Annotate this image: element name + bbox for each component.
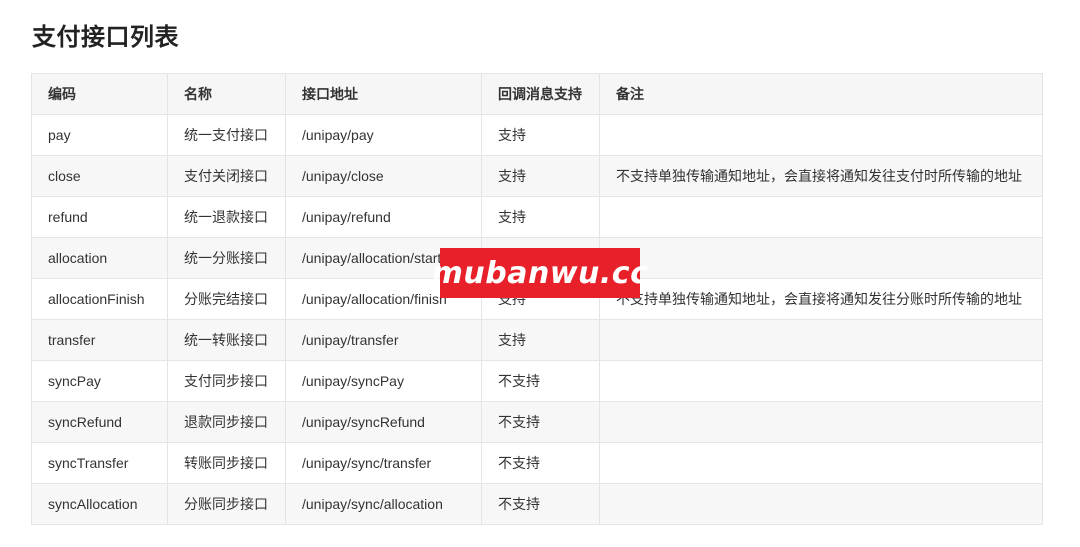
table-row: syncAllocation 分账同步接口 /unipay/sync/alloc… <box>31 483 1043 525</box>
table-row: refund 统一退款接口 /unipay/refund 支持 <box>31 196 1043 238</box>
cell-code: refund <box>31 196 168 238</box>
cell-code: transfer <box>31 319 168 361</box>
watermark-text: mubanwu.cc <box>431 255 649 291</box>
cell-callback: 支持 <box>481 196 600 238</box>
table-row: pay 统一支付接口 /unipay/pay 支持 <box>31 114 1043 156</box>
table-row: syncPay 支付同步接口 /unipay/syncPay 不支持 <box>31 360 1043 402</box>
cell-name: 转账同步接口 <box>167 442 286 484</box>
cell-note: 不支持单独传输通知地址，会直接将通知发往分账时所传输的地址 <box>599 278 1043 320</box>
cell-code: allocationFinish <box>31 278 168 320</box>
cell-callback: 支持 <box>481 155 600 197</box>
table-row: transfer 统一转账接口 /unipay/transfer 支持 <box>31 319 1043 361</box>
cell-name: 支付同步接口 <box>167 360 286 402</box>
header-callback: 回调消息支持 <box>481 73 600 115</box>
cell-path: /unipay/close <box>285 155 482 197</box>
cell-callback: 不支持 <box>481 442 600 484</box>
page: 支付接口列表 编码 名称 接口地址 回调消息支持 备注 pay 统一支付接口 /… <box>0 0 1080 547</box>
watermark-logo: mubanwu.cc <box>432 248 648 298</box>
cell-callback: 不支持 <box>481 401 600 443</box>
cell-path: /unipay/refund <box>285 196 482 238</box>
cell-code: allocation <box>31 237 168 279</box>
cell-code: syncPay <box>31 360 168 402</box>
cell-name: 退款同步接口 <box>167 401 286 443</box>
cell-code: syncRefund <box>31 401 168 443</box>
cell-note: 不支持单独传输通知地址，会直接将通知发往支付时所传输的地址 <box>599 155 1043 197</box>
table-row: syncTransfer 转账同步接口 /unipay/sync/transfe… <box>31 442 1043 484</box>
cell-name: 统一支付接口 <box>167 114 286 156</box>
cell-note <box>599 401 1043 443</box>
cell-note <box>599 319 1043 361</box>
cell-path: /unipay/syncPay <box>285 360 482 402</box>
table-header-row: 编码 名称 接口地址 回调消息支持 备注 <box>31 73 1043 115</box>
page-title: 支付接口列表 <box>32 24 179 51</box>
cell-path: /unipay/pay <box>285 114 482 156</box>
cell-note <box>599 237 1043 279</box>
cell-note <box>599 360 1043 402</box>
cell-name: 统一退款接口 <box>167 196 286 238</box>
cell-name: 统一转账接口 <box>167 319 286 361</box>
cell-path: /unipay/sync/allocation <box>285 483 482 525</box>
cell-callback: 不支持 <box>481 360 600 402</box>
cell-name: 统一分账接口 <box>167 237 286 279</box>
header-note: 备注 <box>599 73 1043 115</box>
cell-callback: 支持 <box>481 114 600 156</box>
cell-code: close <box>31 155 168 197</box>
cell-name: 分账同步接口 <box>167 483 286 525</box>
cell-note <box>599 483 1043 525</box>
cell-callback: 支持 <box>481 319 600 361</box>
cell-code: syncAllocation <box>31 483 168 525</box>
cell-path: /unipay/transfer <box>285 319 482 361</box>
header-code: 编码 <box>31 73 168 115</box>
cell-name: 分账完结接口 <box>167 278 286 320</box>
header-path: 接口地址 <box>285 73 482 115</box>
cell-note <box>599 114 1043 156</box>
cell-name: 支付关闭接口 <box>167 155 286 197</box>
cell-callback: 不支持 <box>481 483 600 525</box>
table-row: close 支付关闭接口 /unipay/close 支持 不支持单独传输通知地… <box>31 155 1043 197</box>
cell-note <box>599 196 1043 238</box>
cell-code: syncTransfer <box>31 442 168 484</box>
api-table: 编码 名称 接口地址 回调消息支持 备注 pay 统一支付接口 /unipay/… <box>31 73 1043 525</box>
cell-note <box>599 442 1043 484</box>
cell-code: pay <box>31 114 168 156</box>
table-row: syncRefund 退款同步接口 /unipay/syncRefund 不支持 <box>31 401 1043 443</box>
cell-path: /unipay/syncRefund <box>285 401 482 443</box>
cell-path: /unipay/sync/transfer <box>285 442 482 484</box>
header-name: 名称 <box>167 73 286 115</box>
